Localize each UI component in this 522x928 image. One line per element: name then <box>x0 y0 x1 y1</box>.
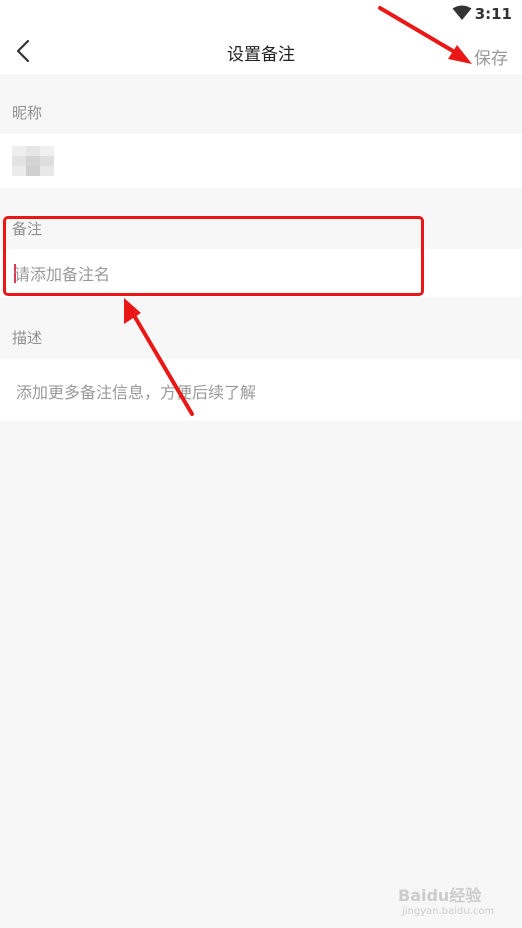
description-input[interactable]: 添加更多备注信息，方便后续了解 <box>16 379 256 403</box>
wifi-icon <box>452 5 472 20</box>
save-button[interactable]: 保存 <box>474 44 508 69</box>
description-label: 描述 <box>12 329 43 347</box>
top-bar: 设置备注 保存 <box>0 28 522 74</box>
nickname-label: 昵称 <box>12 104 43 122</box>
nickname-row <box>0 134 522 188</box>
watermark: Baidu经验 <box>398 886 482 905</box>
remark-input[interactable] <box>14 261 494 287</box>
description-row[interactable]: 添加更多备注信息，方便后续了解 <box>0 359 522 421</box>
remark-label: 备注 <box>12 220 43 238</box>
status-time: 3:11 <box>474 5 512 23</box>
status-bar: 3:11 <box>0 0 522 28</box>
remark-row[interactable] <box>0 249 522 297</box>
watermark-url: jingyan.baidu.com <box>402 906 495 917</box>
blurred-avatar <box>12 146 56 176</box>
page-title: 设置备注 <box>227 45 295 65</box>
